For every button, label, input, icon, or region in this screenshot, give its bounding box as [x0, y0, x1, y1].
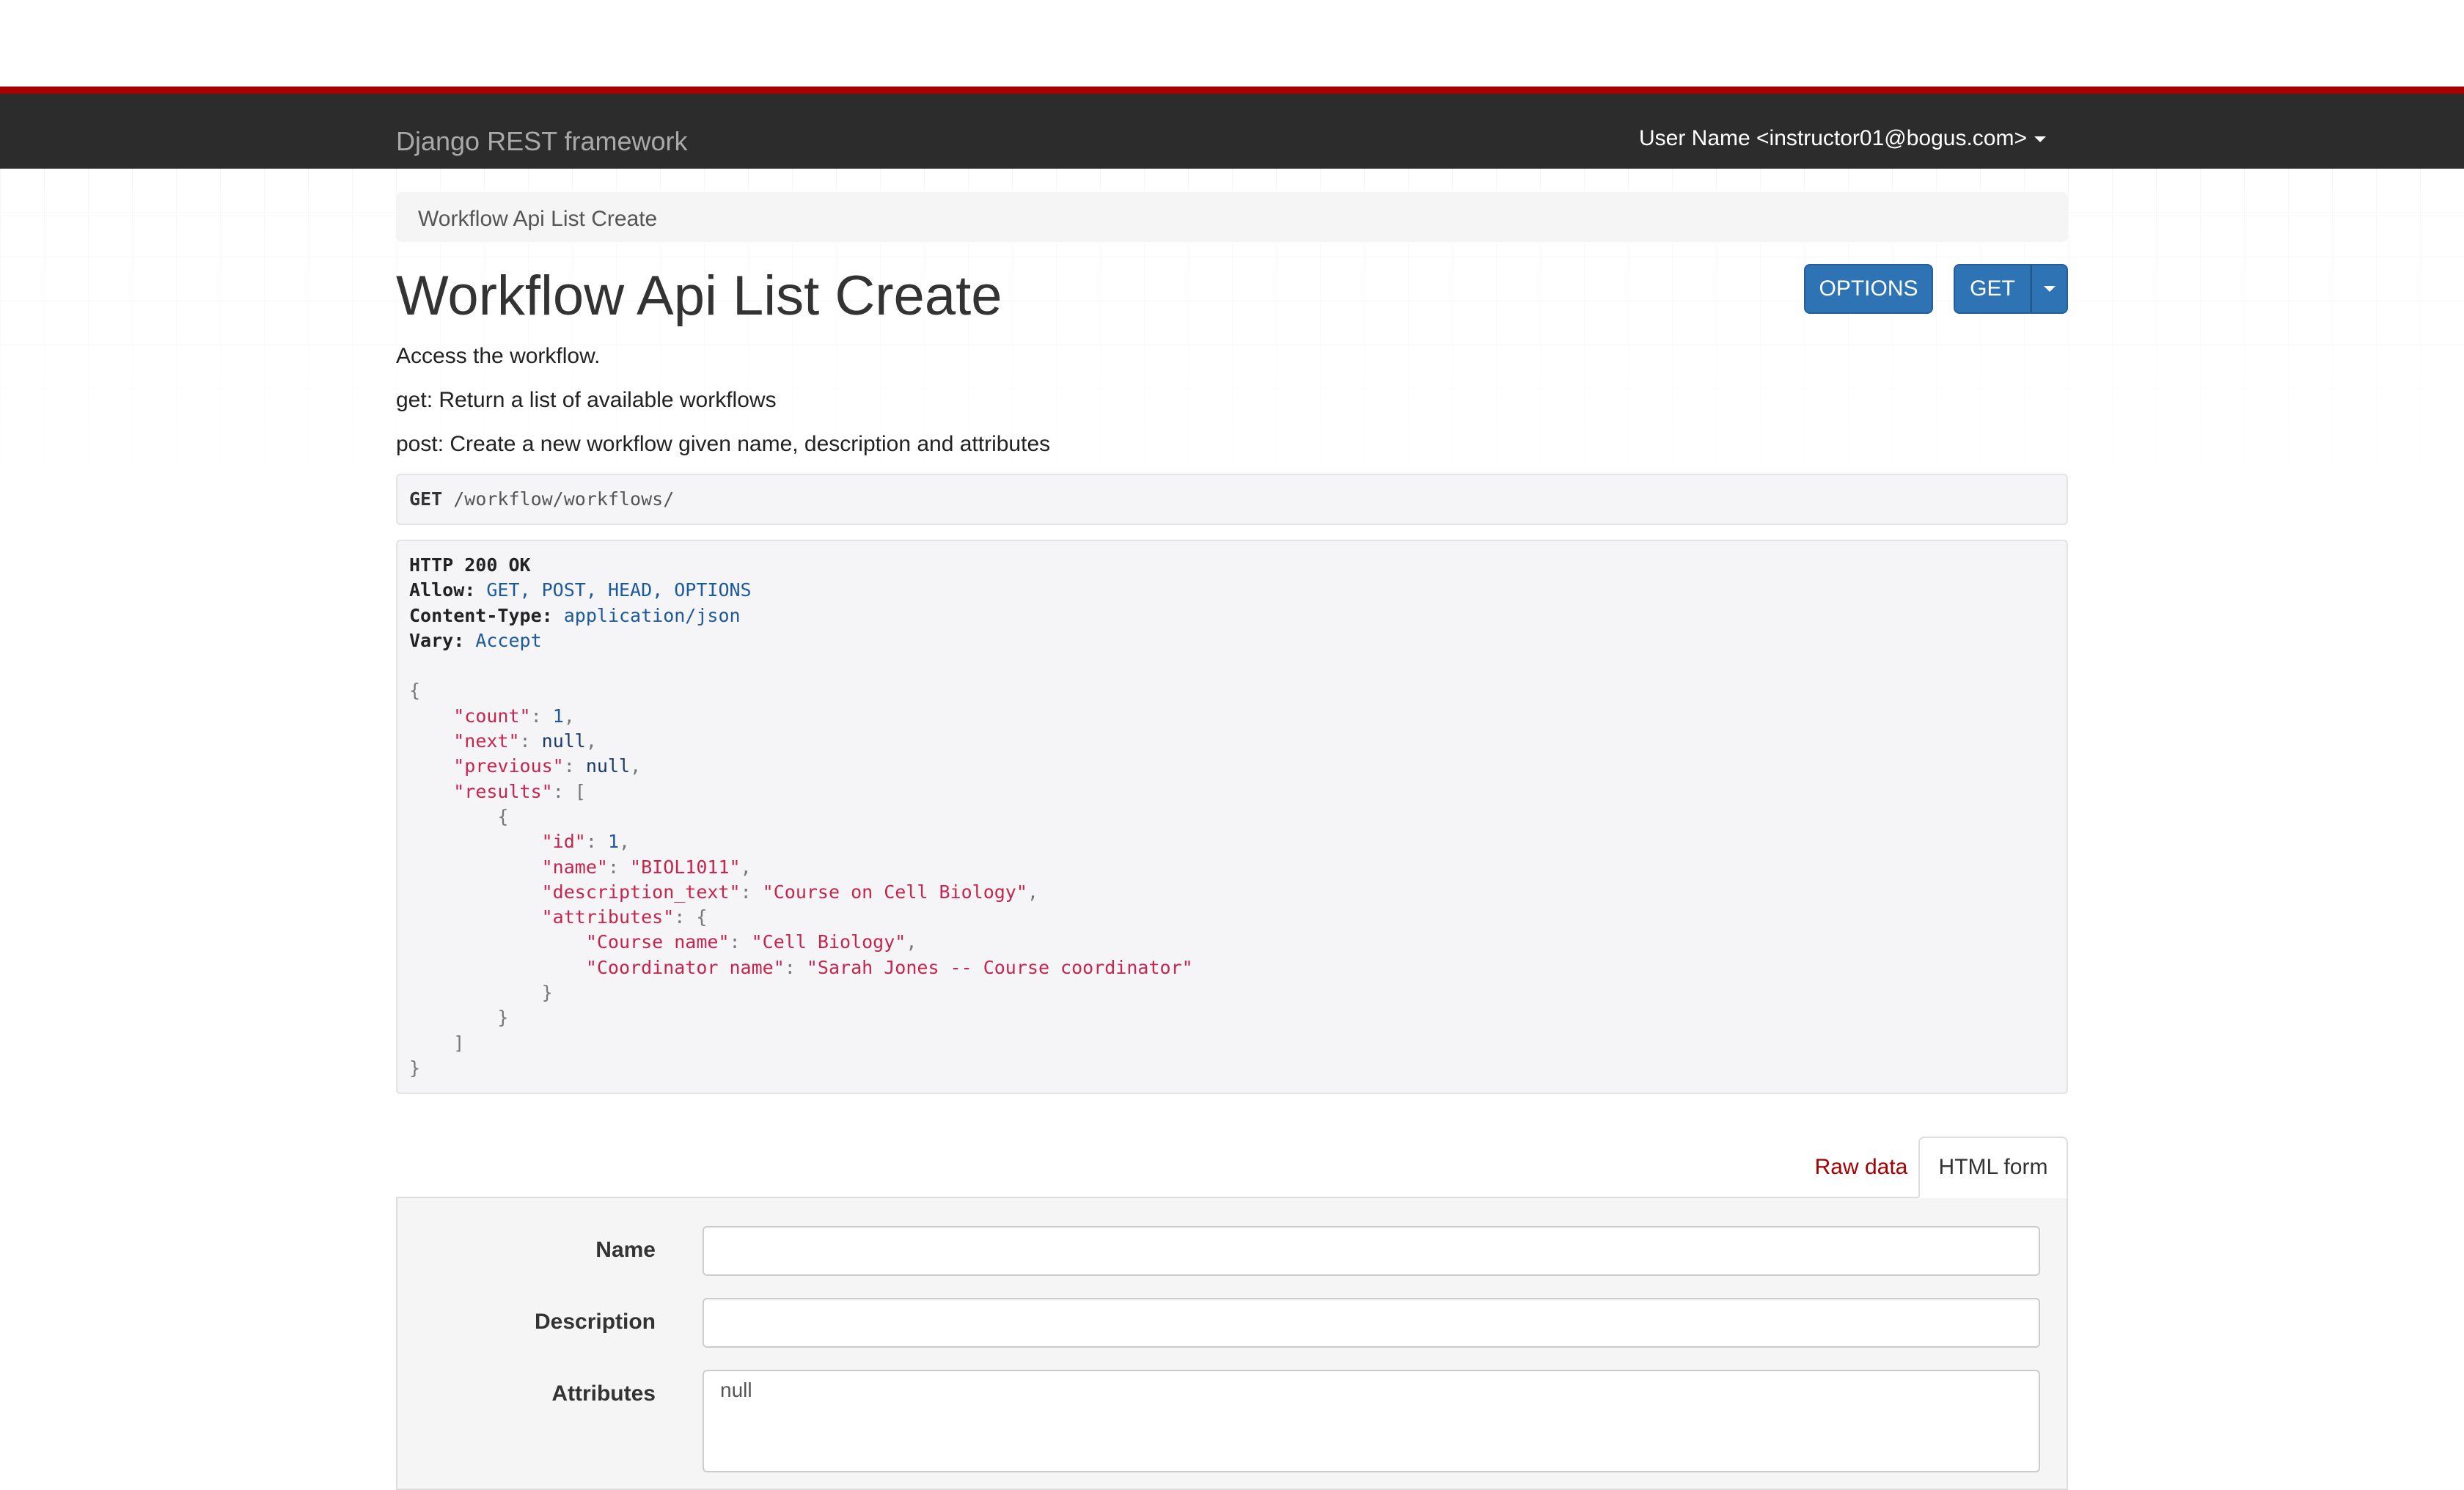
- json-value: "Sarah Jones -- Course coordinator": [806, 956, 1193, 978]
- description-line: Access the workflow.: [396, 344, 601, 368]
- header-key: Allow:: [409, 579, 476, 601]
- endpoint-description: Access the workflow. get: Return a list …: [396, 334, 2068, 466]
- json-value: 1: [607, 831, 620, 853]
- caret-down-icon: [2043, 286, 2056, 292]
- form-tabs: Raw data HTML form: [396, 1137, 2068, 1198]
- json-key: "attributes": [541, 906, 675, 928]
- request-info: GET /workflow/workflows/: [396, 474, 2068, 525]
- page-title: Workflow Api List Create: [396, 265, 1002, 327]
- header-value: GET, POST, HEAD, OPTIONS: [486, 579, 752, 601]
- options-button[interactable]: OPTIONS: [1804, 264, 1933, 314]
- brand-link[interactable]: Django REST framework: [396, 126, 687, 157]
- caret-down-icon: [2034, 136, 2046, 143]
- json-key: "Course name": [585, 931, 730, 953]
- navbar: Django REST framework User Name <instruc…: [0, 87, 2464, 169]
- description-line: get: Return a list of available workflow…: [396, 388, 777, 412]
- get-format-dropdown-button[interactable]: [2031, 264, 2068, 314]
- description-label: Description: [534, 1310, 656, 1334]
- header-key: Vary:: [409, 629, 465, 651]
- name-field[interactable]: [703, 1226, 2040, 1276]
- json-key: "id": [541, 831, 586, 853]
- request-method: GET: [409, 488, 443, 510]
- tab-raw-data[interactable]: Raw data: [1805, 1137, 1917, 1198]
- json-key: "Coordinator name": [585, 956, 785, 978]
- json-key: "name": [541, 856, 608, 878]
- breadcrumb-item-active: Workflow Api List Create: [418, 207, 658, 231]
- post-form-panel: Name Description Attributes null: [396, 1197, 2068, 1490]
- user-menu-dropdown[interactable]: User Name <instructor01@bogus.com>: [1639, 126, 2046, 151]
- attributes-label: Attributes: [551, 1381, 656, 1406]
- json-value: "BIOL1011": [630, 856, 741, 878]
- form-row-name: Name: [397, 1226, 2067, 1298]
- json-value: null: [541, 730, 586, 752]
- json-value: 1: [552, 705, 564, 727]
- json-value: "Course on Cell Biology": [762, 881, 1027, 903]
- json-key: "next": [453, 730, 520, 752]
- description-field[interactable]: [703, 1298, 2040, 1348]
- user-menu-label: User Name <instructor01@bogus.com>: [1638, 126, 2027, 150]
- get-button[interactable]: GET: [1954, 264, 2031, 314]
- page-header: Workflow Api List Create OPTIONS GET: [396, 264, 2068, 329]
- tab-html-form[interactable]: HTML form: [1918, 1137, 2068, 1198]
- main-content: Workflow Api List Create Workflow Api Li…: [396, 192, 2068, 1490]
- attributes-field[interactable]: null: [703, 1370, 2040, 1472]
- header-value: application/json: [563, 604, 741, 626]
- form-row-description: Description: [397, 1298, 2067, 1370]
- header-key: Content-Type:: [409, 604, 553, 626]
- request-path: /workflow/workflows/: [453, 488, 675, 510]
- get-button-group: GET: [1954, 264, 2068, 314]
- name-label: Name: [595, 1238, 656, 1262]
- breadcrumb: Workflow Api List Create: [396, 192, 2068, 242]
- json-key: "description_text": [541, 881, 741, 903]
- description-line: post: Create a new workflow given name, …: [396, 432, 1051, 456]
- json-key: "count": [453, 705, 531, 727]
- response-status: HTTP 200 OK: [409, 554, 531, 576]
- response-info: HTTP 200 OK Allow: GET, POST, HEAD, OPTIO…: [396, 540, 2068, 1094]
- json-value: null: [585, 755, 631, 777]
- json-key: "previous": [453, 755, 564, 777]
- form-row-attributes: Attributes null: [397, 1370, 2067, 1472]
- json-key: "results": [453, 780, 553, 802]
- header-value: Accept: [475, 629, 542, 651]
- json-value: "Cell Biology": [751, 931, 906, 953]
- top-whitespace: [0, 0, 2464, 87]
